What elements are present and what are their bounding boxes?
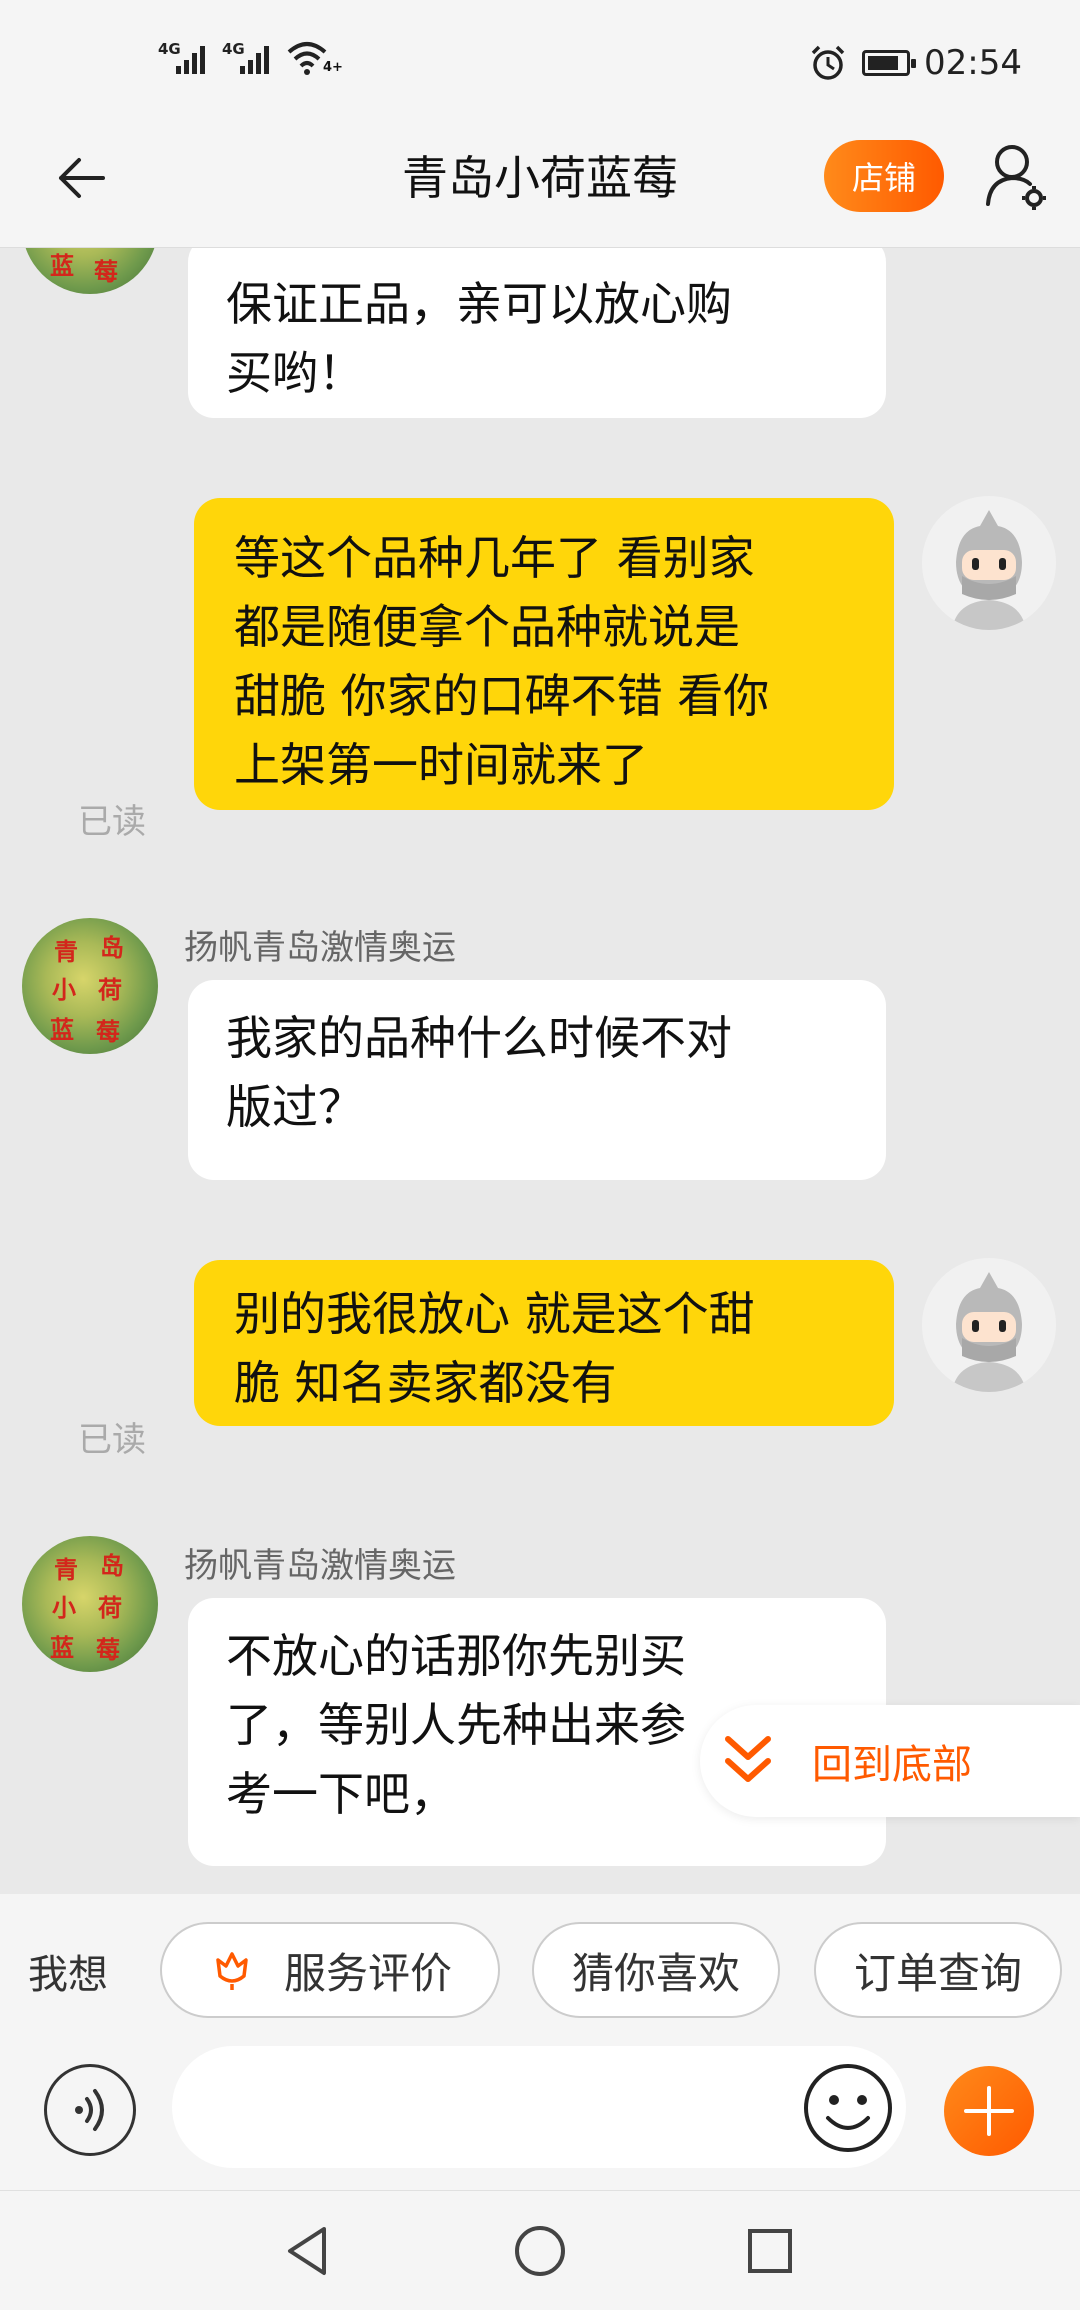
cell-signal-2: 4G [222, 40, 282, 80]
emoji-button[interactable] [800, 2060, 896, 2156]
ninja-avatar-icon [922, 496, 1056, 630]
back-to-bottom-button[interactable]: 回到底部 [700, 1705, 1080, 1817]
chip-label: 服务评价 [283, 1948, 452, 1998]
chat-message-list[interactable]: 蓝 莓 保证正品，亲可以放心购 买哟！ 已读 等这个品种几年了 看别家 都是随便… [0, 248, 1080, 1894]
double-chevron-down-icon [725, 1736, 771, 1782]
status-time: 02:54 [924, 43, 1022, 83]
read-status: 已读 [78, 1420, 146, 1460]
chip-label: 订单查询 [853, 1948, 1022, 1998]
read-status: 已读 [78, 802, 146, 842]
ninja-avatar-icon [922, 1258, 1056, 1392]
shop-avatar[interactable]: 蓝 莓 [22, 248, 158, 294]
nav-back-button[interactable] [278, 2221, 338, 2281]
chip-service-rating[interactable]: 服务评价 [160, 1922, 500, 2018]
user-settings-button[interactable] [984, 142, 1048, 212]
chat-header: 青岛小荷蓝莓 店铺 [0, 120, 1080, 248]
cell-signal-1: 4G [158, 40, 218, 80]
shop-button[interactable]: 店铺 [824, 140, 944, 212]
message-bubble-incoming[interactable]: 我家的品种什么时候不对 版过？ [188, 980, 886, 1180]
nav-home-button[interactable] [510, 2221, 570, 2281]
chip-guess-you-like[interactable]: 猜你喜欢 [532, 1922, 780, 2018]
user-avatar[interactable] [922, 1258, 1056, 1392]
status-bar: 4G 4G 4+ 02:54 [0, 0, 1080, 120]
message-bubble-outgoing[interactable]: 等这个品种几年了 看别家 都是随便拿个品种就说是 甜脆 你家的口碑不错 看你 上… [194, 498, 894, 810]
shop-avatar[interactable]: 青 岛 小 荷 蓝 莓 [22, 918, 158, 1054]
back-to-bottom-label: 回到底部 [812, 1742, 972, 1788]
status-right-group: 02:54 [808, 38, 1022, 88]
quick-action-bar: 我想 服务评价 猜你喜欢 订单查询 [0, 1894, 1080, 2046]
sender-name: 扬帆青岛激情奥运 [184, 928, 456, 968]
voice-icon [75, 2089, 104, 2131]
user-settings-icon [986, 145, 1046, 210]
flower-icon [216, 1952, 248, 1990]
nav-back-icon [288, 2227, 326, 2275]
user-avatar[interactable] [922, 496, 1056, 630]
nav-home-icon [515, 2226, 565, 2276]
message-bubble-incoming[interactable]: 保证正品，亲可以放心购 买哟！ [188, 248, 886, 418]
nav-recents-icon [748, 2229, 792, 2273]
battery-icon [862, 50, 917, 76]
plus-button[interactable] [944, 2066, 1034, 2156]
message-input[interactable] [172, 2046, 906, 2168]
shop-avatar[interactable]: 青 岛 小 荷 蓝 莓 [22, 1536, 158, 1672]
input-bar [0, 2046, 1080, 2190]
message-bubble-outgoing[interactable]: 别的我很放心 就是这个甜 脆 知名卖家都没有 [194, 1260, 894, 1426]
chip-label: 猜你喜欢 [571, 1948, 740, 1998]
signal-bars-1-icon [176, 44, 210, 74]
nav-recents-button[interactable] [740, 2221, 800, 2281]
quick-action-label: 我想 [28, 1952, 108, 1998]
wifi-tag: 4+ [323, 60, 343, 75]
sender-name: 扬帆青岛激情奥运 [184, 1546, 456, 1586]
alarm-icon [811, 45, 845, 80]
wifi-icon: 4+ [285, 38, 343, 78]
signal-bars-2-icon [240, 44, 274, 74]
chip-order-query[interactable]: 订单查询 [814, 1922, 1062, 2018]
plus-icon [964, 2086, 1014, 2136]
system-navigation-bar [0, 2190, 1080, 2310]
voice-button[interactable] [44, 2064, 136, 2156]
emoji-icon [804, 2064, 892, 2152]
